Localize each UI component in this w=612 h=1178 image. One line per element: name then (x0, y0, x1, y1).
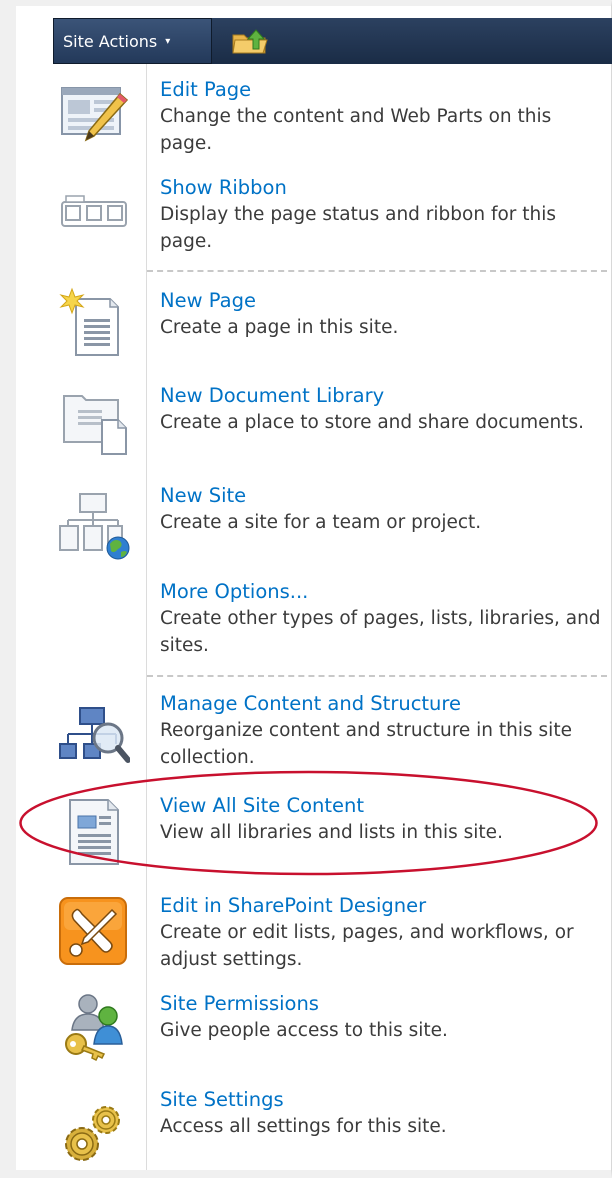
site-actions-label: Site Actions (63, 31, 158, 51)
menu-item-description: Change the content and Web Parts on this… (160, 106, 552, 154)
menu-item-description: Access all settings for this site. (160, 1116, 447, 1137)
menu-item-title[interactable]: More Options... (160, 578, 605, 605)
new-site-icon (59, 493, 130, 560)
folder-up-icon[interactable] (231, 27, 269, 55)
sharepoint-designer-icon (59, 897, 127, 965)
menu-separator (147, 675, 607, 677)
menu-item-description: Reorganize content and structure in this… (160, 720, 572, 768)
menu-item-title[interactable]: Edit Page (160, 76, 605, 103)
menu-item-title[interactable]: New Site (160, 482, 605, 509)
ribbon-icon (61, 195, 127, 227)
menu-item-title[interactable]: New Document Library (160, 382, 605, 409)
site-actions-button[interactable]: Site Actions ▾ (53, 18, 212, 64)
menu-item-description: Create or edit lists, pages, and workflo… (160, 922, 574, 970)
edit-page-icon (61, 87, 129, 142)
top-toolbar: Site Actions ▾ (53, 18, 612, 64)
menu-item-title[interactable]: Site Settings (160, 1086, 605, 1113)
menu-item-title[interactable]: Show Ribbon (160, 174, 605, 201)
gears-icon (65, 1106, 120, 1161)
site-actions-menu: Edit Page Change the content and Web Par… (53, 64, 611, 1170)
new-page-icon (59, 287, 119, 356)
menu-item-description: Create a site for a team or project. (160, 512, 482, 533)
menu-separator (147, 270, 607, 272)
menu-item-description: Create other types of pages, lists, libr… (160, 608, 601, 656)
menu-item-description: Display the page status and ribbon for t… (160, 204, 557, 252)
site-structure-search-icon (59, 707, 130, 763)
menu-item-title[interactable]: Manage Content and Structure (160, 690, 605, 717)
menu-item-title[interactable]: Site Permissions (160, 990, 605, 1017)
menu-item-title[interactable]: Edit in SharePoint Designer (160, 892, 605, 919)
chevron-down-icon: ▾ (165, 35, 171, 47)
menu-item-description: Give people access to this site. (160, 1020, 448, 1041)
menu-item-description: Create a place to store and share docume… (160, 412, 585, 433)
highlight-circle (19, 770, 598, 876)
menu-item-description: Create a page in this site. (160, 317, 399, 338)
document-library-icon (63, 395, 127, 455)
menu-item-title[interactable]: New Page (160, 287, 605, 314)
people-key-icon (65, 994, 123, 1062)
